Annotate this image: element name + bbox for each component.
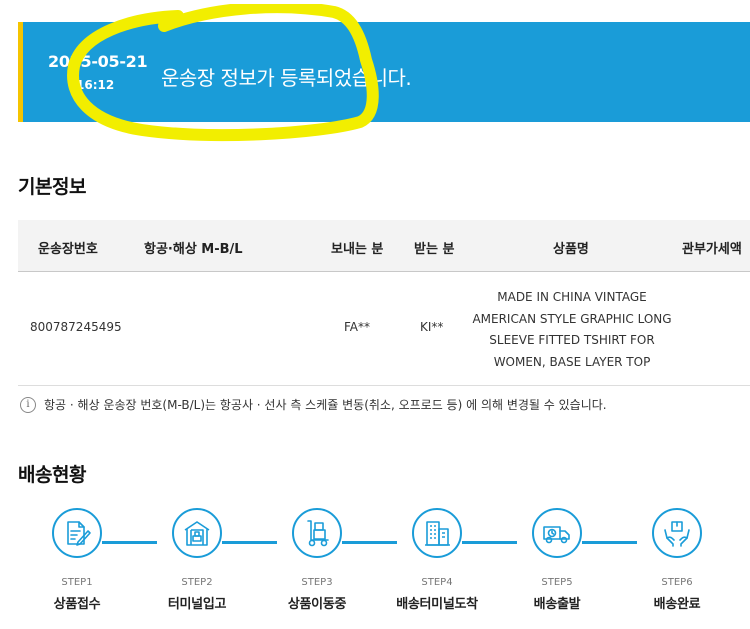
product-line: WOMEN, BASE LAYER TOP: [493, 354, 651, 369]
step-number: STEP4: [421, 577, 453, 588]
delivery-steps: STEP1 상품접수 STEP2 터미널입고 STEP3 상품이동중 STEP4…: [0, 505, 750, 625]
document-pen-icon: [52, 508, 102, 558]
package-hands-icon: [652, 508, 702, 558]
step-label: 상품이동중: [287, 597, 347, 612]
warehouse-icon: [172, 508, 222, 558]
basic-info-title: 기본정보: [18, 176, 86, 198]
tracking-number-value: 800787245495: [30, 320, 122, 334]
step-connector: [582, 541, 637, 544]
receiver-value: KI**: [420, 320, 444, 334]
step-label: 배송완료: [653, 597, 701, 612]
step-number: STEP5: [541, 577, 573, 588]
banner-message: 운송장 정보가 등록되었습니다.: [161, 66, 412, 90]
col-mbl: 항공·해상 M-B/L: [144, 242, 243, 257]
step-number: STEP3: [301, 577, 333, 588]
col-tracking-number: 운송장번호: [38, 242, 98, 257]
status-banner: 2025-05-21 16:12 운송장 정보가 등록되었습니다.: [18, 22, 750, 122]
hand-truck-icon: [292, 508, 342, 558]
mbl-notice-text: 항공 · 해상 운송장 번호(M-B/L)는 항공사 · 선사 측 스케쥴 변동…: [44, 398, 607, 412]
step-number: STEP2: [181, 577, 213, 588]
banner-accent-bar: [18, 22, 23, 122]
sender-value: FA**: [344, 320, 371, 334]
step-label: 배송터미널도착: [396, 597, 478, 612]
table-divider: [18, 385, 750, 386]
building-icon: [412, 508, 462, 558]
product-line: SLEEVE FITTED TSHIRT FOR: [489, 333, 655, 347]
delivery-truck-icon: [532, 508, 582, 558]
product-line: AMERICAN STYLE GRAPHIC LONG: [472, 311, 672, 326]
product-name-value: MADE IN CHINA VINTAGE AMERICAN STYLE GRA…: [458, 287, 686, 373]
col-receiver: 받는 분: [414, 242, 455, 257]
col-sender: 보내는 분: [331, 242, 384, 257]
step-number: STEP6: [661, 577, 693, 588]
info-icon: i: [20, 396, 36, 413]
col-customs-tax: 관부가세액: [682, 242, 742, 257]
banner-time: 16:12: [76, 78, 115, 92]
mbl-notice: i 항공 · 해상 운송장 번호(M-B/L)는 항공사 · 선사 측 스케쥴 …: [20, 396, 607, 413]
step-label: 상품접수: [53, 597, 101, 612]
step-number: STEP1: [61, 577, 93, 588]
info-table-header: 운송장번호 항공·해상 M-B/L 보내는 분 받는 분 상품명 관부가세액: [18, 220, 750, 272]
step-connector: [342, 541, 397, 544]
delivery-status-title: 배송현황: [18, 464, 86, 486]
step-label: 터미널입고: [167, 597, 227, 612]
product-line: MADE IN CHINA VINTAGE: [497, 290, 647, 304]
step-label: 배송출발: [533, 597, 581, 612]
step-connector: [462, 541, 517, 544]
banner-date: 2025-05-21: [48, 52, 148, 71]
col-product: 상품명: [553, 242, 589, 257]
step-connector: [222, 541, 277, 544]
step-connector: [102, 541, 157, 544]
